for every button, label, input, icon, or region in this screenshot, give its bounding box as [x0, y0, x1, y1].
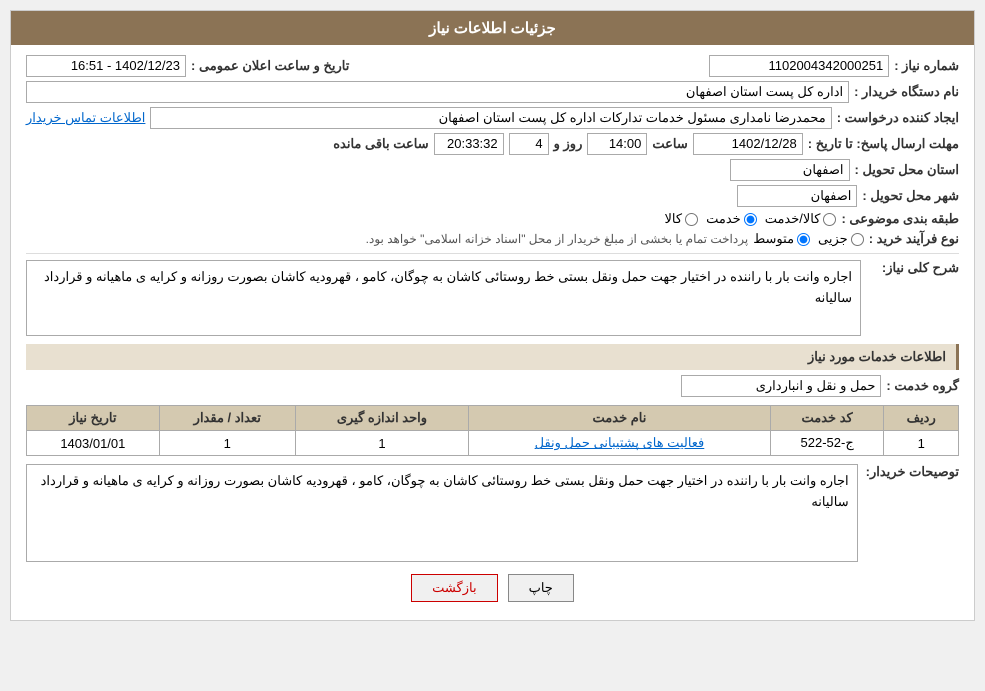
page-header: جزئیات اطلاعات نیاز [11, 11, 974, 45]
shomara-niaz-value: 1102004342000251 [709, 55, 889, 77]
tabagheh-radio-group: کالا/خدمت خدمت کالا [665, 211, 837, 227]
tarikh-saeat-label: تاریخ و ساعت اعلان عمومی : [191, 58, 349, 74]
row-farayand: نوع فرآیند خرید : جزیی متوسط پرداخت تمام… [26, 231, 959, 247]
mohlat-remaining-value: 20:33:32 [434, 133, 504, 155]
col-vahed: واحد اندازه گیری [295, 406, 468, 431]
radio-jozvi-label: جزیی [818, 231, 848, 247]
col-tedad: تعداد / مقدار [159, 406, 295, 431]
bazgasht-button[interactable]: بازگشت [411, 574, 497, 602]
table-body: 1 ج-52-522 فعالیت های پشتیبانی حمل ونقل … [27, 431, 959, 456]
mohlat-remaining-label: ساعت باقی مانده [333, 136, 428, 152]
cell-tedad: 1 [159, 431, 295, 456]
farayand-radio-group: جزیی متوسط [753, 231, 864, 247]
ostan-tahvil-value: اصفهان [730, 159, 850, 181]
services-table: ردیف کد خدمت نام خدمت واحد اندازه گیری ت… [26, 405, 959, 456]
row-ijad-konande: ایجاد کننده درخواست : محمدرضا نامداری مس… [26, 107, 959, 129]
tosif-row: توصیحات خریدار: [26, 464, 959, 561]
cell-tarikh: 1403/01/01 [27, 431, 160, 456]
mohlat-rooz-label: روز و [554, 136, 583, 152]
radio-kala: کالا [665, 211, 699, 227]
row-nam-dastgah: نام دستگاه خریدار : اداره کل پست استان ا… [26, 81, 959, 103]
tarikh-saeat-value: 1402/12/23 - 16:51 [26, 55, 186, 77]
shahr-tahvil-label: شهر محل تحویل : [862, 188, 959, 204]
radio-kala-khedmat-input[interactable] [823, 213, 836, 226]
col-radif: ردیف [884, 406, 959, 431]
mohlat-label: مهلت ارسال پاسخ: تا تاریخ : [808, 136, 959, 152]
divider-1 [26, 253, 959, 254]
goroh-value: حمل و نقل و انبارداری [681, 375, 881, 397]
tosif-label: توصیحات خریدار: [866, 464, 959, 480]
shahr-tahvil-value: اصفهان [737, 185, 857, 207]
table-header-row: ردیف کد خدمت نام خدمت واحد اندازه گیری ت… [27, 406, 959, 431]
col-nam-khedmat: نام خدمت [469, 406, 771, 431]
content-area: شماره نیاز : 1102004342000251 تاریخ و سا… [11, 45, 974, 620]
radio-kala-input[interactable] [685, 213, 698, 226]
radio-jozvi-input[interactable] [851, 233, 864, 246]
ijad-konande-label: ایجاد کننده درخواست : [837, 110, 959, 126]
row-mohlat: مهلت ارسال پاسخ: تا تاریخ : 1402/12/28 س… [26, 133, 959, 155]
goroh-label: گروه خدمت : [886, 378, 959, 394]
radio-kala-khedmat: کالا/خدمت [765, 211, 837, 227]
radio-jozvi: جزیی [818, 231, 864, 247]
radio-kala-label: کالا [665, 211, 683, 227]
ettelaat-section-header: اطلاعات خدمات مورد نیاز [26, 344, 959, 370]
radio-motavaset: متوسط [753, 231, 810, 247]
radio-motavaset-label: متوسط [753, 231, 794, 247]
row-shomara-tarikh: شماره نیاز : 1102004342000251 تاریخ و سا… [26, 55, 959, 77]
radio-khedmat: خدمت [706, 211, 757, 227]
sharh-label: شرح کلی نیاز: [869, 260, 959, 276]
table-row: 1 ج-52-522 فعالیت های پشتیبانی حمل ونقل … [27, 431, 959, 456]
tosif-textarea [26, 464, 858, 561]
cell-vahed: 1 [295, 431, 468, 456]
radio-motavaset-input[interactable] [797, 233, 810, 246]
mohlat-rooz-value: 4 [509, 133, 549, 155]
header-title: جزئیات اطلاعات نیاز [429, 20, 556, 37]
radio-kala-khedmat-label: کالا/خدمت [765, 211, 821, 227]
col-tarikh: تاریخ نیاز [27, 406, 160, 431]
ettelaat-section-title: اطلاعات خدمات مورد نیاز [808, 349, 946, 364]
mohlat-saeat-value: 14:00 [587, 133, 647, 155]
col-kod-khedmat: کد خدمت [770, 406, 884, 431]
cell-nam-khedmat[interactable]: فعالیت های پشتیبانی حمل ونقل [469, 431, 771, 456]
ostan-tahvil-label: استان محل تحویل : [855, 162, 960, 178]
tabagheh-label: طبقه بندی موضوعی : [841, 211, 959, 227]
shomara-niaz-label: شماره نیاز : [894, 58, 959, 74]
main-container: جزئیات اطلاعات نیاز شماره نیاز : 1102004… [10, 10, 975, 621]
buttons-row: چاپ بازگشت [26, 574, 959, 602]
mohlat-date-value: 1402/12/28 [693, 133, 803, 155]
radio-khedmat-label: خدمت [706, 211, 741, 227]
row-tabagheh: طبقه بندی موضوعی : کالا/خدمت خدمت کالا [26, 211, 959, 227]
cell-radif: 1 [884, 431, 959, 456]
farayand-label: نوع فرآیند خرید : [869, 231, 959, 247]
row-goroh: گروه خدمت : حمل و نقل و انبارداری [26, 375, 959, 397]
ettelaat-tamas-link[interactable]: اطلاعات تماس خریدار [26, 110, 145, 126]
row-ostan-tahvil: استان محل تحویل : اصفهان [26, 159, 959, 181]
chap-button[interactable]: چاپ [508, 574, 574, 602]
mohlat-saeat-label: ساعت [652, 136, 687, 152]
row-shahr-tahvil: شهر محل تحویل : اصفهان [26, 185, 959, 207]
radio-khedmat-input[interactable] [744, 213, 757, 226]
nam-dastgah-value: اداره کل پست استان اصفهان [26, 81, 849, 103]
nam-dastgah-label: نام دستگاه خریدار : [854, 84, 959, 100]
cell-kod-khedmat: ج-52-522 [770, 431, 884, 456]
farayand-notice: پرداخت تمام یا بخشی از مبلغ خریدار از مح… [366, 232, 749, 246]
sharh-textarea [26, 260, 861, 336]
sharh-row: شرح کلی نیاز: [26, 260, 959, 336]
ijad-konande-value: محمدرضا نامداری مسئول خدمات تداركات ادار… [150, 107, 831, 129]
